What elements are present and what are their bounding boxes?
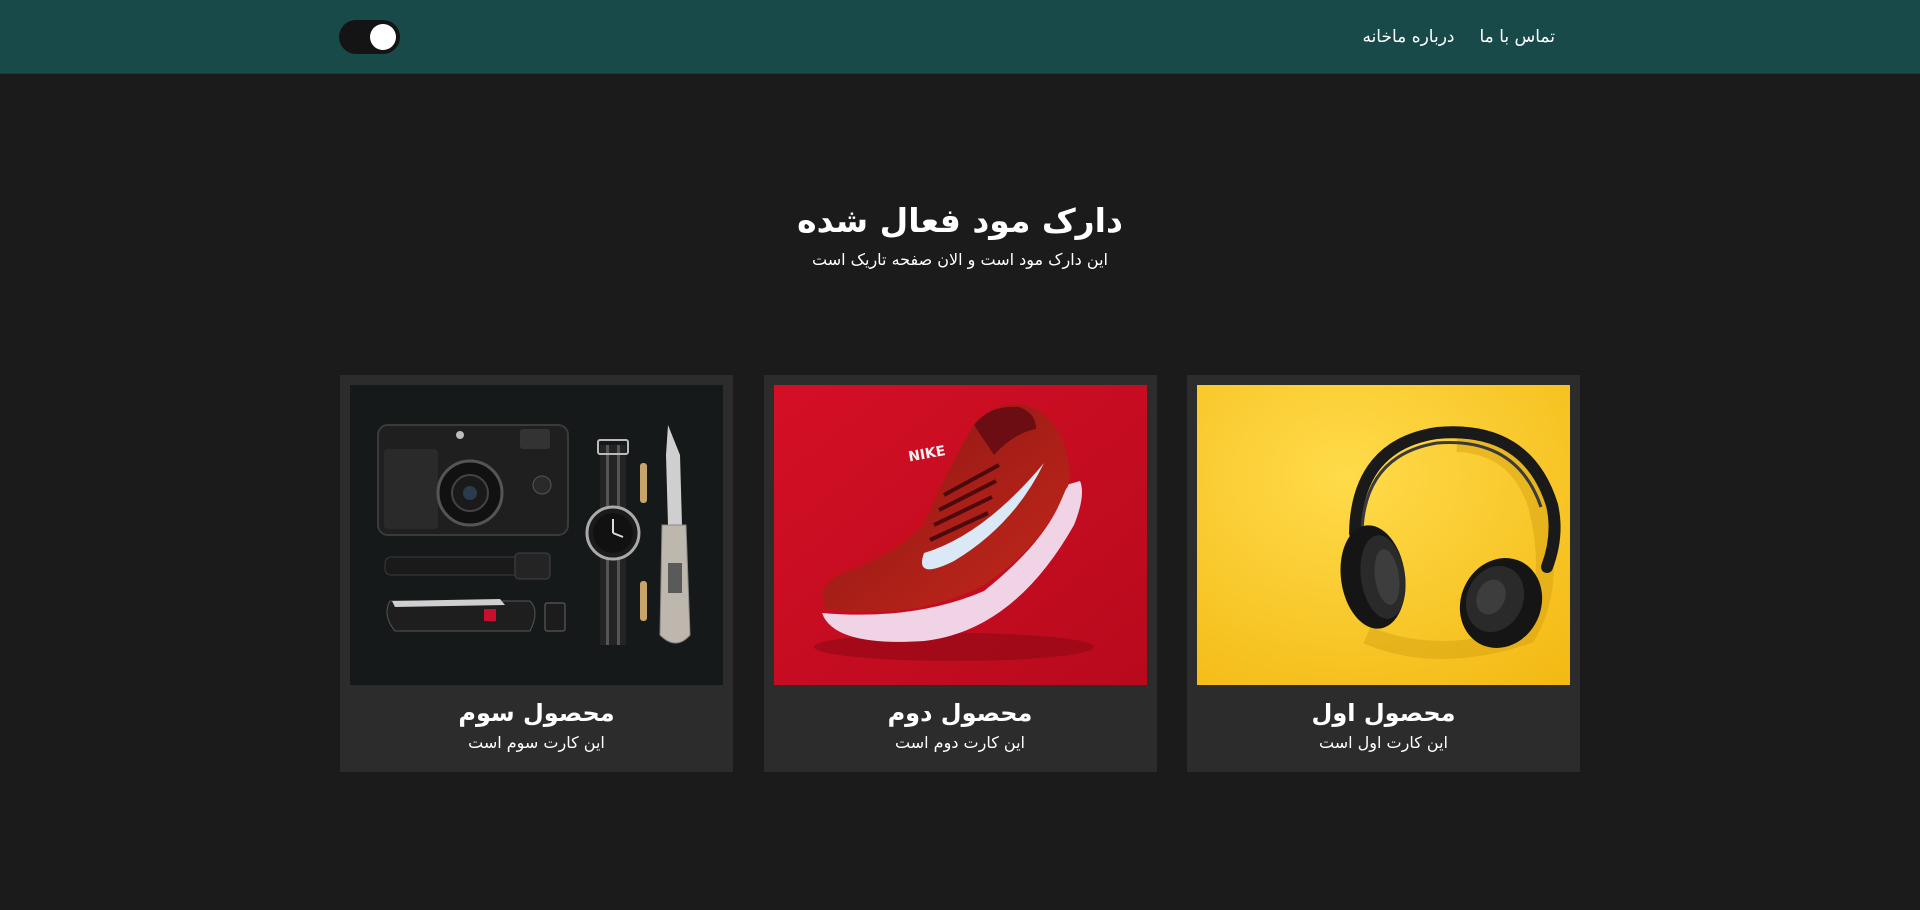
camera-kit-photo (350, 385, 723, 685)
page-subtitle: این دارک مود است و الان صفحه تاریک است (812, 250, 1108, 269)
card-text: این کارت اول است (1319, 733, 1448, 752)
page-title: دارک مود فعال شده (797, 201, 1123, 240)
nav-link-home[interactable]: خانه (1362, 27, 1392, 47)
nav-link-contact[interactable]: تماس با ما (1480, 27, 1556, 47)
card-title: محصول اول (1311, 699, 1456, 727)
card-text: این کارت سوم است (468, 733, 605, 752)
card-title: محصول دوم (887, 699, 1033, 727)
toggle-knob (370, 24, 396, 50)
product-card-third[interactable]: محصول سوم این کارت سوم است (340, 375, 733, 772)
red-sneaker-photo: NIKE (773, 385, 1147, 685)
headphones-photo (1197, 385, 1570, 685)
navbar: خانه درباره ما تماس با ما (0, 0, 1920, 74)
product-card-first[interactable]: محصول اول این کارت اول است (1187, 375, 1580, 772)
dark-mode-toggle[interactable] (339, 20, 400, 54)
nav-link-about[interactable]: درباره ما (1392, 27, 1455, 47)
card-title: محصول سوم (458, 699, 615, 727)
card-text: این کارت دوم است (895, 733, 1025, 752)
hero-section: دارک مود فعال شده این دارک مود است و الا… (0, 198, 1920, 274)
product-card-second[interactable]: NIKE محصول دوم این کارت دوم است (763, 375, 1157, 772)
nav-menu: خانه درباره ما تماس با ما (1362, 0, 1580, 74)
product-cards: محصول سوم این کارت سوم است NIKE محصول دو… (340, 375, 1580, 772)
